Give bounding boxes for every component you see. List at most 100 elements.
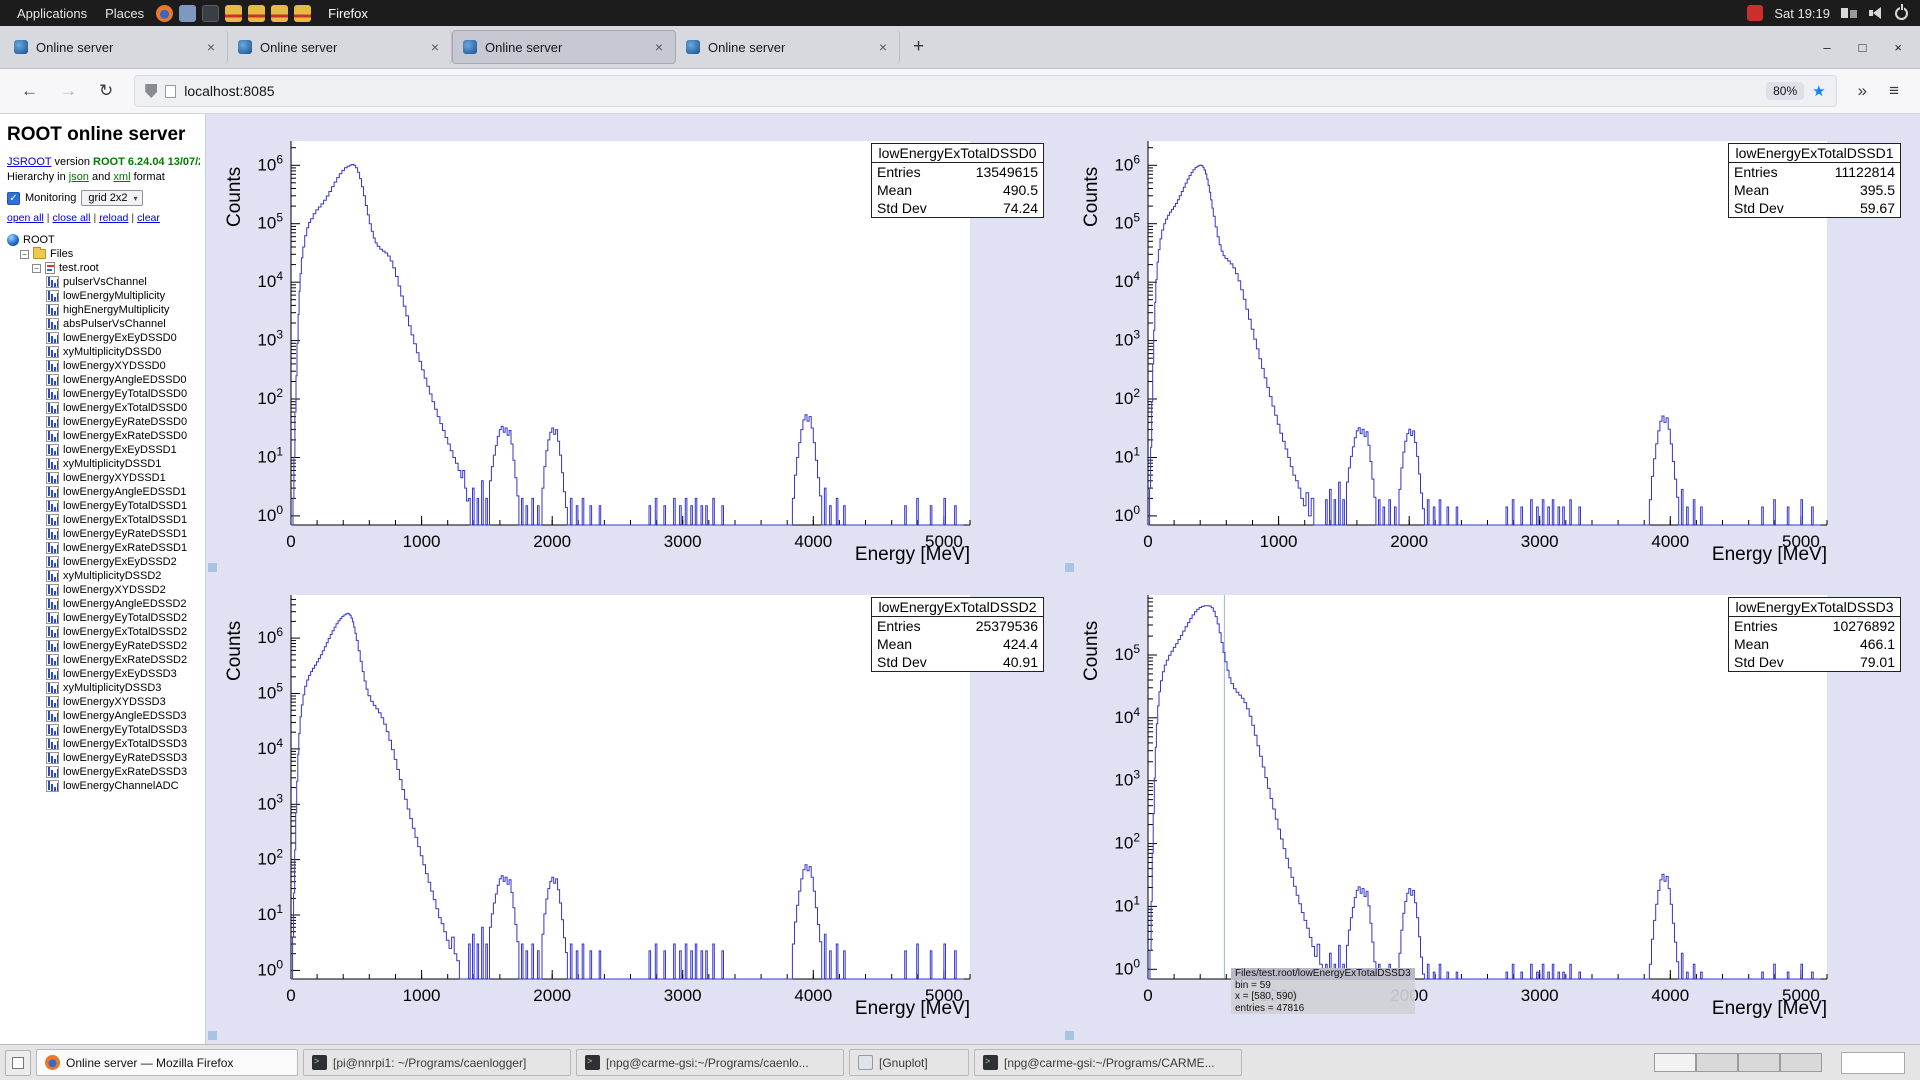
browser-tab[interactable]: Online server ×: [4, 30, 228, 64]
app-launcher-icon[interactable]: [202, 5, 219, 22]
jsroot-link[interactable]: JSROOT: [7, 156, 51, 168]
applications-menu[interactable]: Applications: [8, 6, 96, 21]
pad-resize-handle[interactable]: [208, 563, 217, 572]
tree-item-files[interactable]: − Files: [7, 247, 200, 261]
app-launcher-icon[interactable]: [179, 5, 196, 22]
tray[interactable]: [1841, 1052, 1905, 1074]
firefox-launcher-icon[interactable]: [156, 5, 173, 22]
stats-box[interactable]: lowEnergyExTotalDSSD2Entries25379536Mean…: [871, 597, 1044, 672]
tree-item-lowEnergyExRateDSSD2[interactable]: lowEnergyExRateDSSD2: [7, 653, 200, 667]
tree-item-lowEnergyExTotalDSSD3[interactable]: lowEnergyExTotalDSSD3: [7, 737, 200, 751]
updates-notifier-icon[interactable]: [1747, 5, 1763, 21]
tree-item-lowEnergyEyTotalDSSD3[interactable]: lowEnergyEyTotalDSSD3: [7, 723, 200, 737]
tree-item-lowEnergyXYDSSD3[interactable]: lowEnergyXYDSSD3: [7, 695, 200, 709]
tab-close-icon[interactable]: ×: [205, 39, 217, 55]
minimize-button[interactable]: –: [1823, 40, 1830, 55]
url-text[interactable]: localhost:8085: [184, 83, 1758, 99]
pad-resize-handle[interactable]: [1065, 1031, 1074, 1040]
tree-item-lowEnergyEyRateDSSD3[interactable]: lowEnergyEyRateDSSD3: [7, 751, 200, 765]
tree-item-absPulserVsChannel[interactable]: absPulserVsChannel: [7, 317, 200, 331]
tree-item-lowEnergyXYDSSD1[interactable]: lowEnergyXYDSSD1: [7, 471, 200, 485]
stats-box[interactable]: lowEnergyExTotalDSSD1Entries11122814Mean…: [1728, 143, 1901, 218]
tab-close-icon[interactable]: ×: [429, 39, 441, 55]
tree-item-lowEnergyAngleEDSSD0[interactable]: lowEnergyAngleEDSSD0: [7, 373, 200, 387]
xml-link[interactable]: xml: [113, 171, 130, 183]
url-bar[interactable]: localhost:8085 80% ★: [134, 75, 1836, 107]
tree-item-xyMultiplicityDSSD0[interactable]: xyMultiplicityDSSD0: [7, 345, 200, 359]
action-reload[interactable]: reload: [99, 212, 128, 224]
tree-item-lowEnergyChannelADC[interactable]: lowEnergyChannelADC: [7, 779, 200, 793]
stats-box[interactable]: lowEnergyExTotalDSSD0Entries13549615Mean…: [871, 143, 1044, 218]
tree-item-lowEnergyXYDSSD2[interactable]: lowEnergyXYDSSD2: [7, 583, 200, 597]
back-button[interactable]: ←: [10, 81, 49, 101]
tab-close-icon[interactable]: ×: [877, 39, 889, 55]
displays-icon[interactable]: [1841, 7, 1858, 19]
tree-item-lowEnergyExEyDSSD1[interactable]: lowEnergyExEyDSSD1: [7, 443, 200, 457]
tree-item-lowEnergyEyRateDSSD0[interactable]: lowEnergyEyRateDSSD0: [7, 415, 200, 429]
taskbar-window-button[interactable]: [npg@carme-gsi:~/Programs/CARME...: [974, 1049, 1242, 1076]
tree-item-test-root[interactable]: − test.root: [7, 261, 200, 275]
action-open-all[interactable]: open all: [7, 212, 44, 224]
tree-item-lowEnergyEyRateDSSD2[interactable]: lowEnergyEyRateDSSD2: [7, 639, 200, 653]
workspace-cell[interactable]: [1780, 1053, 1822, 1072]
app-launcher-icon[interactable]: [225, 5, 242, 22]
tree-item-root[interactable]: ROOT: [7, 233, 200, 247]
close-window-button[interactable]: ×: [1894, 40, 1902, 55]
monitoring-checkbox[interactable]: ✓: [7, 192, 20, 205]
page-info-icon[interactable]: [165, 85, 176, 98]
new-tab-button[interactable]: +: [900, 36, 937, 58]
plot-pad-dssd1[interactable]: 0100020003000400050001001011021031041051…: [1063, 114, 1920, 568]
tracking-shield-icon[interactable]: [145, 84, 157, 98]
tree-item-lowEnergyEyTotalDSSD2[interactable]: lowEnergyEyTotalDSSD2: [7, 611, 200, 625]
taskbar-window-button[interactable]: [pi@nnrpi1: ~/Programs/caenlogger]: [303, 1049, 571, 1076]
action-close-all[interactable]: close all: [53, 212, 91, 224]
app-launcher-icon[interactable]: [248, 5, 265, 22]
tree-item-pulserVsChannel[interactable]: pulserVsChannel: [7, 275, 200, 289]
zoom-level[interactable]: 80%: [1766, 82, 1804, 100]
pad-resize-handle[interactable]: [1065, 563, 1074, 572]
hamburger-menu-icon[interactable]: ≡: [1878, 81, 1910, 101]
tab-close-icon[interactable]: ×: [653, 39, 665, 55]
layout-select[interactable]: grid 2x2 ▾: [81, 190, 142, 206]
tree-item-lowEnergyEyRateDSSD1[interactable]: lowEnergyEyRateDSSD1: [7, 527, 200, 541]
power-icon[interactable]: [1895, 7, 1908, 20]
taskbar-window-button[interactable]: [npg@carme-gsi:~/Programs/caenlo...: [576, 1049, 844, 1076]
tree-item-lowEnergyExTotalDSSD2[interactable]: lowEnergyExTotalDSSD2: [7, 625, 200, 639]
tree-item-lowEnergyExRateDSSD1[interactable]: lowEnergyExRateDSSD1: [7, 541, 200, 555]
tree-item-lowEnergyExEyDSSD2[interactable]: lowEnergyExEyDSSD2: [7, 555, 200, 569]
show-desktop-button[interactable]: [5, 1050, 31, 1076]
workspace-cell[interactable]: [1654, 1053, 1696, 1072]
forward-button[interactable]: →: [49, 81, 88, 101]
clock[interactable]: Sat 19:19: [1774, 6, 1830, 21]
app-launcher-icon[interactable]: [271, 5, 288, 22]
collapse-icon[interactable]: −: [20, 250, 29, 259]
tree-item-xyMultiplicityDSSD1[interactable]: xyMultiplicityDSSD1: [7, 457, 200, 471]
tree-item-lowEnergyEyTotalDSSD0[interactable]: lowEnergyEyTotalDSSD0: [7, 387, 200, 401]
taskbar-window-button[interactable]: Online server — Mozilla Firefox: [36, 1049, 298, 1076]
tree-item-lowEnergyAngleEDSSD1[interactable]: lowEnergyAngleEDSSD1: [7, 485, 200, 499]
tree-item-xyMultiplicityDSSD2[interactable]: xyMultiplicityDSSD2: [7, 569, 200, 583]
plot-pad-dssd2[interactable]: 0100020003000400050001001011021031041051…: [206, 568, 1063, 1022]
workspace-cell[interactable]: [1696, 1053, 1738, 1072]
tree-item-highEnergyMultiplicity[interactable]: highEnergyMultiplicity: [7, 303, 200, 317]
app-launcher-icon[interactable]: [294, 5, 311, 22]
plot-pad-dssd0[interactable]: 0100020003000400050001001011021031041051…: [206, 114, 1063, 568]
plot-pad-dssd3[interactable]: 010002000300040005000100101102103104105C…: [1063, 568, 1920, 1022]
tree-item-lowEnergyEyTotalDSSD1[interactable]: lowEnergyEyTotalDSSD1: [7, 499, 200, 513]
tree-item-lowEnergyExEyDSSD0[interactable]: lowEnergyExEyDSSD0: [7, 331, 200, 345]
volume-icon[interactable]: [1869, 7, 1884, 19]
stats-box[interactable]: lowEnergyExTotalDSSD3Entries10276892Mean…: [1728, 597, 1901, 672]
places-menu[interactable]: Places: [96, 6, 153, 21]
tree-item-lowEnergyMultiplicity[interactable]: lowEnergyMultiplicity: [7, 289, 200, 303]
json-link[interactable]: json: [69, 171, 89, 183]
pad-resize-handle[interactable]: [208, 1031, 217, 1040]
browser-tab[interactable]: Online server ×: [228, 30, 452, 64]
taskbar-window-button[interactable]: [Gnuplot]: [849, 1049, 969, 1076]
workspace-cell[interactable]: [1738, 1053, 1780, 1072]
browser-tab[interactable]: Online server ×: [452, 30, 676, 64]
action-clear[interactable]: clear: [137, 212, 160, 224]
bookmark-star-icon[interactable]: ★: [1812, 82, 1825, 100]
maximize-button[interactable]: □: [1859, 40, 1867, 55]
tree-item-lowEnergyAngleEDSSD2[interactable]: lowEnergyAngleEDSSD2: [7, 597, 200, 611]
tree-item-lowEnergyXYDSSD0[interactable]: lowEnergyXYDSSD0: [7, 359, 200, 373]
